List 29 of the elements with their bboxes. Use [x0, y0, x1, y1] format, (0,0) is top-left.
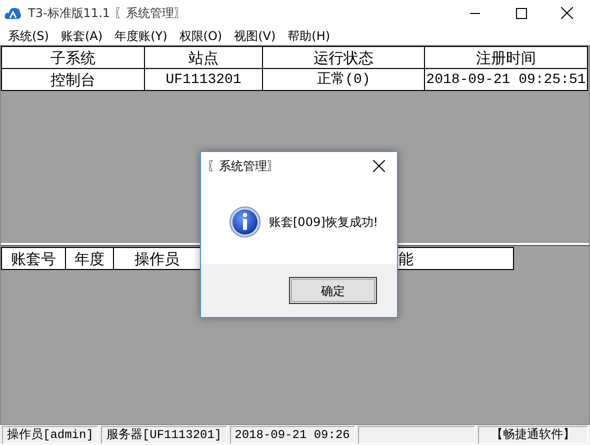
status-text: 服务器[UF1113201]: [101, 426, 227, 444]
window-title: T3-标准版11.1 〖系统管理〗: [28, 5, 187, 22]
menu-item[interactable]: 帮助(H): [282, 27, 336, 45]
menu-item[interactable]: 年度账(Y): [108, 27, 174, 45]
column-header: 子系统: [2, 46, 144, 68]
dialog-title: 〖系统管理〗: [207, 158, 280, 174]
status-text: 操作员[admin]: [2, 426, 98, 444]
menu-item[interactable]: 账套(A): [54, 27, 109, 45]
column-header: 运行状态: [262, 46, 424, 68]
status-text: 2018-09-21 09:26: [230, 426, 355, 444]
dialog-message: 账套[009]恢复成功!: [269, 214, 378, 230]
column-header: 注册时间: [424, 46, 588, 68]
table-cell: 控制台: [2, 68, 144, 90]
ok-button[interactable]: 确定: [289, 277, 377, 304]
status-text: 【畅捷通软件】: [478, 426, 588, 444]
table-cell: 2018-09-21 09:25:51: [424, 68, 588, 90]
column-header: 站点: [144, 46, 263, 68]
maximize-icon[interactable]: [516, 8, 526, 18]
app-icon: [4, 5, 22, 21]
menu-item[interactable]: 视图(V): [228, 27, 282, 45]
table-cell: 正常(0): [262, 68, 424, 90]
info-icon: [229, 206, 261, 238]
column-header: 账套号: [2, 248, 66, 270]
close-icon[interactable]: [373, 160, 385, 172]
menu-item[interactable]: 系统(S): [2, 27, 55, 45]
menu-item[interactable]: 权限(O): [173, 27, 228, 45]
close-icon[interactable]: [561, 7, 573, 19]
table-cell: UF1113201: [144, 68, 263, 90]
column-header: 年度: [65, 248, 114, 270]
